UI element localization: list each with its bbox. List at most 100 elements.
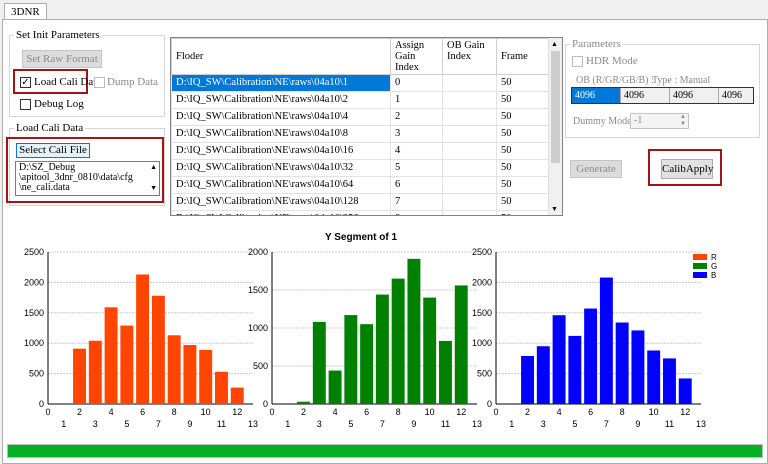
hdr-mode-checkbox[interactable] <box>572 56 583 67</box>
x-tick-label: 5 <box>124 419 129 429</box>
dump-data-checkbox[interactable] <box>94 77 105 88</box>
cell-frame[interactable]: 50 <box>496 142 550 160</box>
calib-apply-button[interactable]: CalibApply <box>661 159 713 179</box>
table-row[interactable]: D:\IQ_SW\Calibration\NE\raws\04a10\4 2 50 <box>171 108 550 126</box>
table-row[interactable]: D:\IQ_SW\Calibration\NE\raws\04a10\1 0 50 <box>171 74 550 92</box>
cell-assign-gain[interactable]: 1 <box>390 91 443 109</box>
cell-folder[interactable]: D:\IQ_SW\Calibration\NE\raws\04a10\64 <box>171 176 391 194</box>
table-row[interactable]: D:\IQ_SW\Calibration\NE\raws\04a10\128 7 5… <box>171 193 550 211</box>
cell-frame[interactable]: 50 <box>496 159 550 177</box>
cell-frame[interactable]: 50 <box>496 125 550 143</box>
chart-bar <box>407 258 421 404</box>
table-scrollbar[interactable]: ▲ ▼ <box>548 38 562 215</box>
dummy-mode-label: Dummy Mode : <box>573 116 637 127</box>
x-tick-label: 3 <box>541 419 546 429</box>
cell-frame[interactable]: 50 <box>496 176 550 194</box>
table-row[interactable]: D:\IQ_SW\Calibration\NE\raws\04a10\32 5 50 <box>171 159 550 177</box>
cell-assign-gain[interactable]: 5 <box>390 159 443 177</box>
load-cali-checkbox[interactable]: ✓ <box>20 77 31 88</box>
cell-ob-gain[interactable] <box>442 91 497 109</box>
cell-assign-gain[interactable]: 4 <box>390 142 443 160</box>
cell-frame[interactable]: 50 <box>496 91 550 109</box>
x-tick-label: 11 <box>441 419 450 429</box>
x-tick-label: 4 <box>557 407 562 417</box>
col-header-frame[interactable]: Frame <box>496 38 550 75</box>
x-tick-label: 9 <box>187 419 192 429</box>
cell-folder[interactable]: D:\IQ_SW\Calibration\NE\raws\04a10\32 <box>171 159 391 177</box>
cell-assign-gain[interactable]: 6 <box>390 176 443 194</box>
table-row[interactable]: D:\IQ_SW\Calibration\NE\raws\04a10\16 4 50 <box>171 142 550 160</box>
cell-ob-gain[interactable] <box>442 210 497 215</box>
x-tick-label: 12 <box>680 407 690 417</box>
cell-frame[interactable]: 50 <box>496 108 550 126</box>
cell-ob-gain[interactable] <box>442 142 497 160</box>
cell-assign-gain[interactable]: 3 <box>390 125 443 143</box>
table-row[interactable]: D:\IQ_SW\Calibration\NE\raws\04a10\64 6 50 <box>171 176 550 194</box>
table-row[interactable]: D:\IQ_SW\Calibration\NE\raws\04a10\2568 5… <box>171 210 550 215</box>
select-cali-file-button[interactable]: Select Cali File <box>16 143 90 158</box>
chart-bar <box>344 315 358 404</box>
chart-bar <box>584 308 598 404</box>
generate-button[interactable]: Generate <box>570 160 622 178</box>
cell-assign-gain[interactable]: 2 <box>390 108 443 126</box>
cell-folder[interactable]: D:\IQ_SW\Calibration\NE\raws\04a10\16 <box>171 142 391 160</box>
chart-bar <box>631 330 645 404</box>
cell-folder[interactable]: D:\IQ_SW\Calibration\NE\raws\04a10\256 <box>171 210 391 215</box>
y-tick-label: 0 <box>487 399 492 409</box>
cell-ob-gain[interactable] <box>442 159 497 177</box>
cali-path-line: \ne_cali.data <box>19 182 70 193</box>
cell-ob-gain[interactable] <box>442 125 497 143</box>
cell-folder[interactable]: D:\IQ_SW\Calibration\NE\raws\04a10\2 <box>171 91 391 109</box>
scrollbar-thumb[interactable] <box>551 51 560 163</box>
chart-bar <box>615 322 629 404</box>
col-header-assign-gain[interactable]: Assign Gain Index <box>390 38 443 75</box>
type-label: Type : Manual <box>652 75 711 86</box>
scroll-up-icon[interactable]: ▲ <box>551 40 558 48</box>
col-header-folder[interactable]: Floder <box>171 38 391 75</box>
cell-assign-gain[interactable]: 7 <box>390 193 443 211</box>
debug-log-checkbox[interactable] <box>20 99 31 110</box>
col-header-ob-gain[interactable]: OB Gain Index <box>442 38 497 75</box>
cell-folder[interactable]: D:\IQ_SW\Calibration\NE\raws\04a10\4 <box>171 108 391 126</box>
ob-value-r[interactable]: 4096 <box>572 88 621 103</box>
set-raw-format-button[interactable]: Set Raw Format <box>22 50 102 68</box>
cell-frame[interactable]: 50 <box>496 210 550 215</box>
chart-bar <box>328 370 342 404</box>
dummy-mode-spinner[interactable]: -1 ▲ ▼ <box>630 113 689 129</box>
cell-frame[interactable]: 50 <box>496 74 550 92</box>
y-tick-label: 1000 <box>24 338 44 348</box>
ob-value-gb[interactable]: 4096 <box>670 88 719 103</box>
cali-path-textbox[interactable]: D:\SZ_Debug \apitool_3dnr_0810\data\cfg … <box>15 161 160 196</box>
cell-ob-gain[interactable] <box>442 108 497 126</box>
cell-ob-gain[interactable] <box>442 74 497 92</box>
table-row[interactable]: D:\IQ_SW\Calibration\NE\raws\04a10\8 3 50 <box>171 125 550 143</box>
y-tick-label: 2000 <box>248 247 268 257</box>
cell-ob-gain[interactable] <box>442 176 497 194</box>
folder-table[interactable]: Floder Assign Gain Index OB Gain Index F… <box>170 37 563 216</box>
cell-folder[interactable]: D:\IQ_SW\Calibration\NE\raws\04a10\1 <box>171 74 391 92</box>
table-row[interactable]: D:\IQ_SW\Calibration\NE\raws\04a10\2 1 50 <box>171 91 550 109</box>
legend-swatch <box>693 263 707 269</box>
y-tick-label: 1000 <box>248 323 268 333</box>
ob-label: OB (R/GR/GB/B) : <box>576 75 654 86</box>
dummy-mode-value: -1 <box>634 115 643 126</box>
x-tick-label: 5 <box>572 419 577 429</box>
cell-ob-gain[interactable] <box>442 193 497 211</box>
x-tick-label: 13 <box>696 419 706 429</box>
cell-assign-gain[interactable]: 8 <box>390 210 443 215</box>
cell-folder[interactable]: D:\IQ_SW\Calibration\NE\raws\04a10\8 <box>171 125 391 143</box>
x-tick-label: 2 <box>525 407 530 417</box>
cell-assign-gain[interactable]: 0 <box>390 74 443 92</box>
ob-value-gr[interactable]: 4096 <box>621 88 670 103</box>
cell-frame[interactable]: 50 <box>496 193 550 211</box>
cell-folder[interactable]: D:\IQ_SW\Calibration\NE\raws\04a10\128 <box>171 193 391 211</box>
x-tick-label: 3 <box>93 419 98 429</box>
init-params-title: Set Init Parameters <box>14 29 102 41</box>
ob-value-b[interactable]: 4096 <box>719 88 753 103</box>
scroll-down-icon[interactable]: ▼ <box>551 205 558 213</box>
spinner-up-icon[interactable]: ▲ <box>680 114 686 120</box>
spinner-down-icon[interactable]: ▼ <box>680 121 686 127</box>
scroll-up-icon[interactable]: ▲ <box>150 163 157 171</box>
tab-3dnr[interactable]: 3DNR <box>4 3 47 20</box>
scroll-down-icon[interactable]: ▼ <box>150 184 157 192</box>
